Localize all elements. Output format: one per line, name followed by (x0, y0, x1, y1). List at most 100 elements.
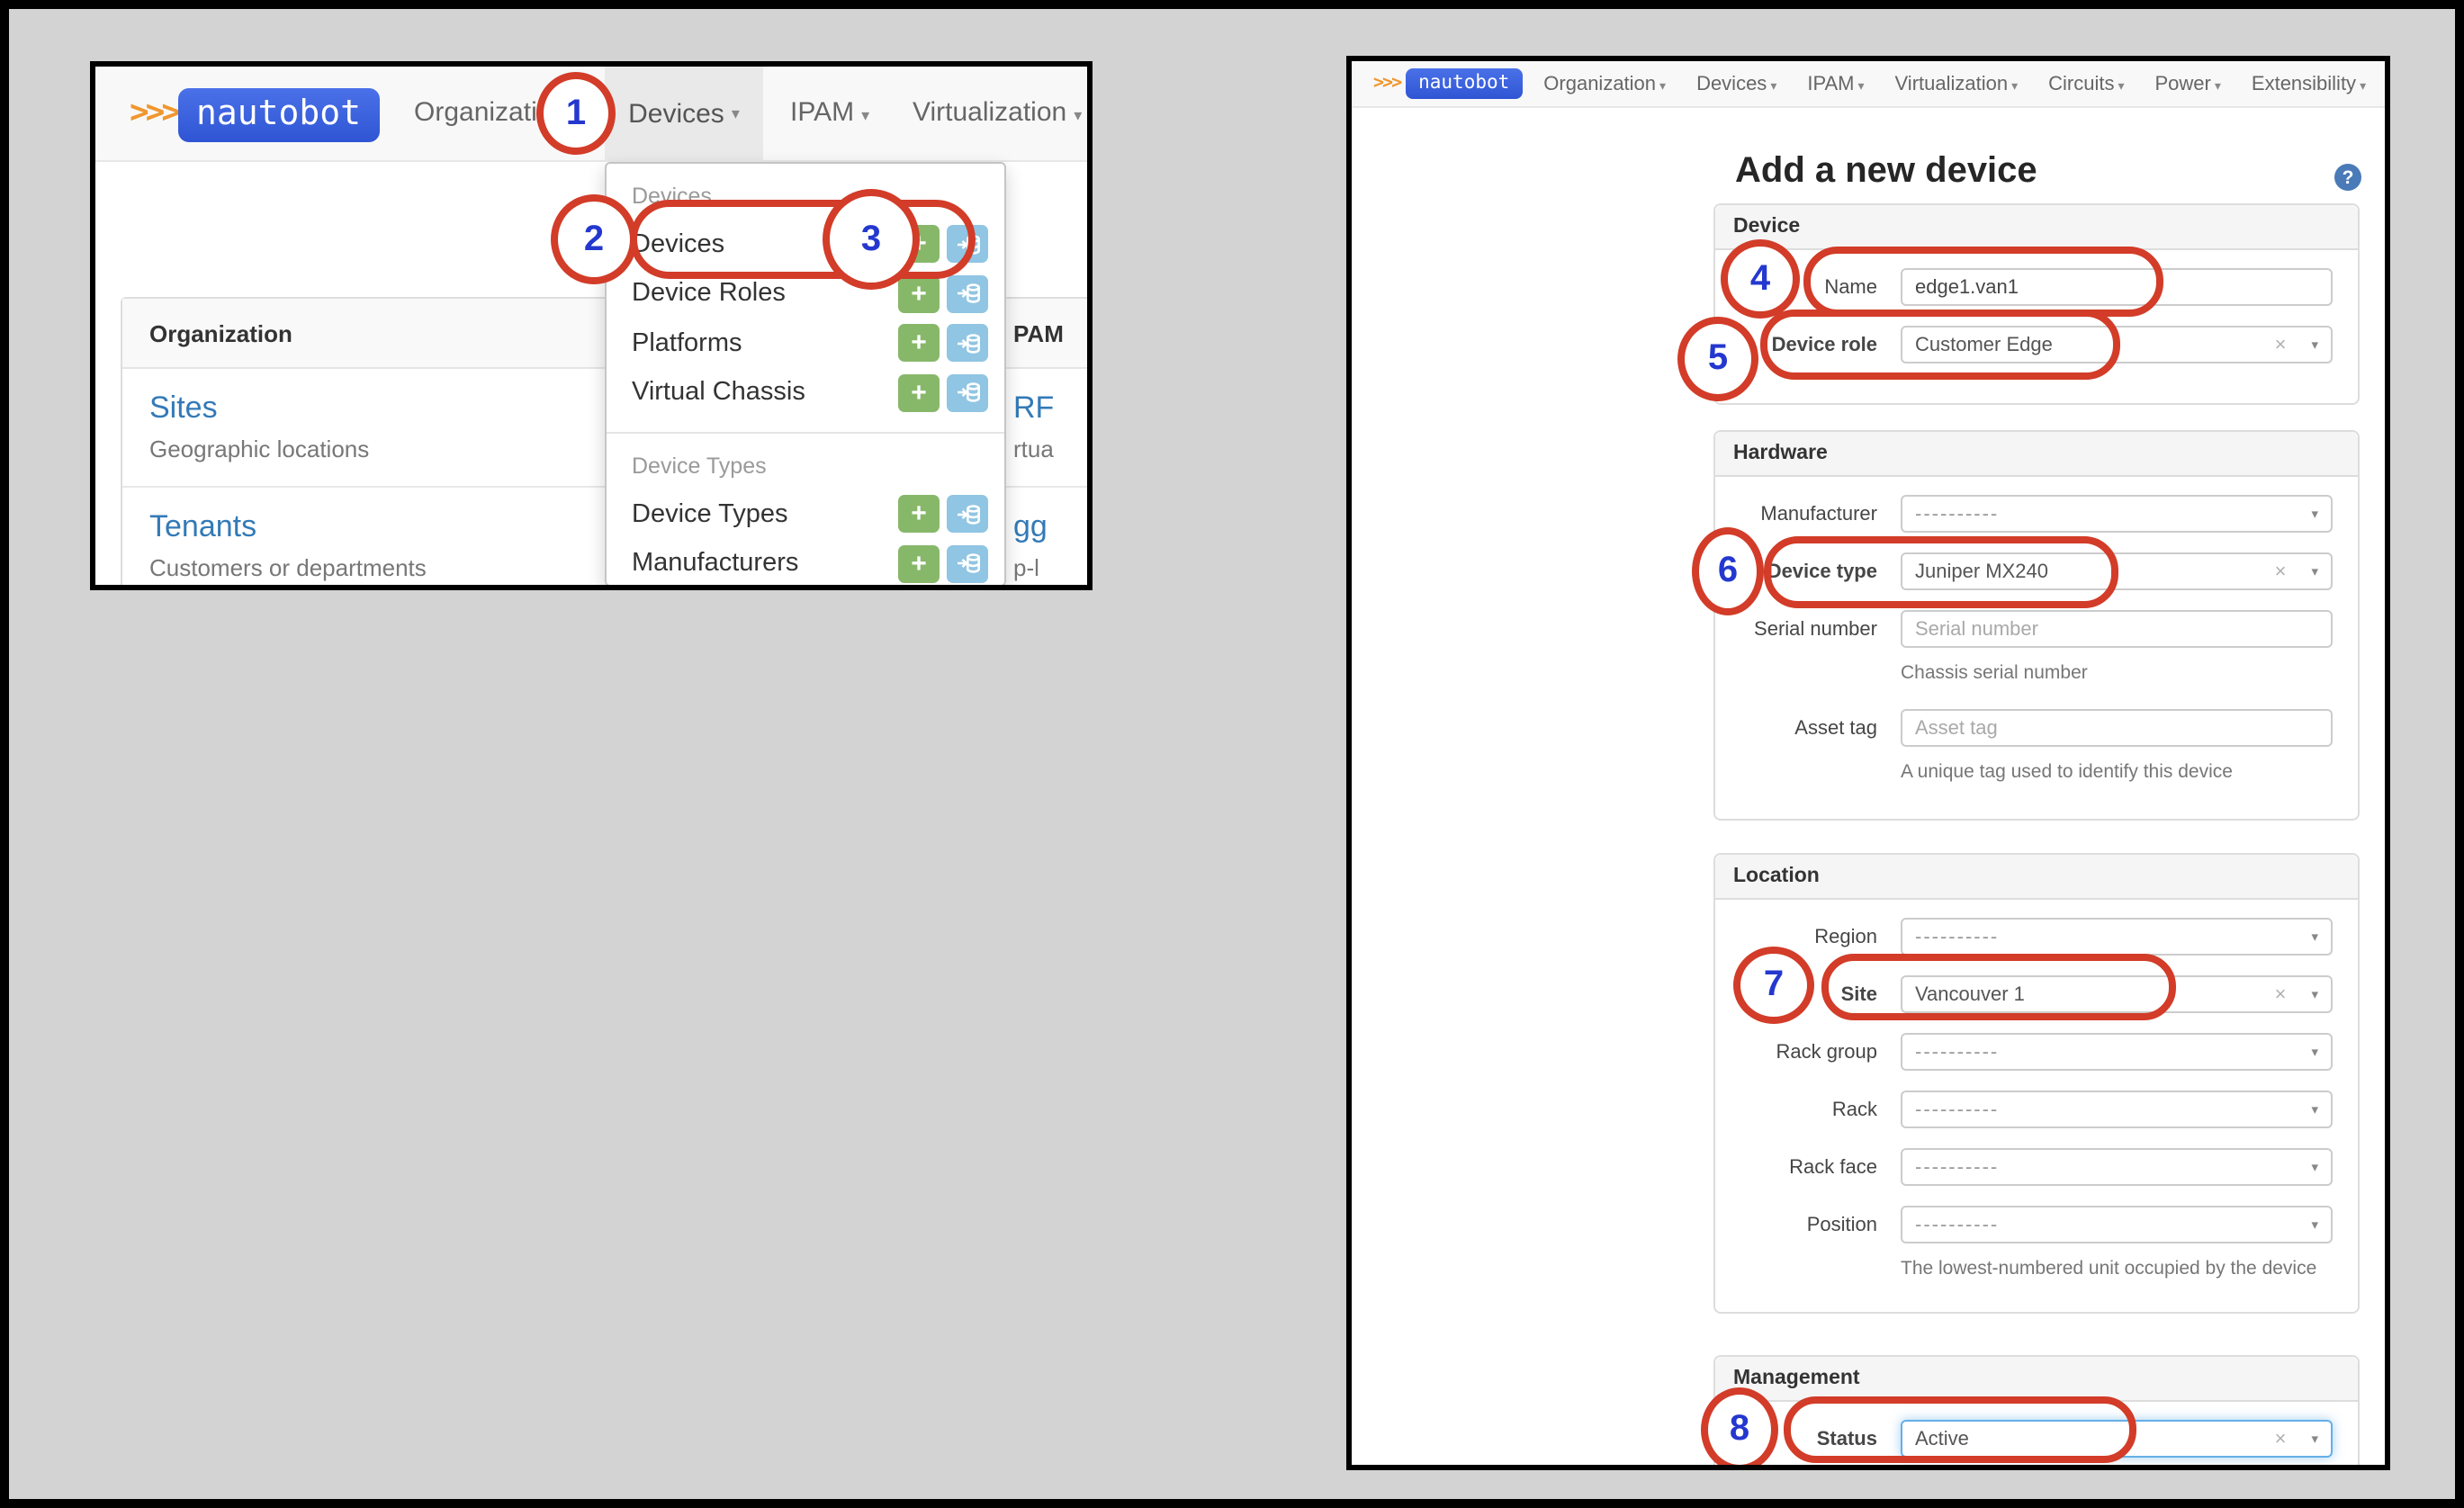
import-device-roles-button[interactable] (947, 274, 988, 312)
chevron-down-icon[interactable]: ▾ (2311, 1216, 2318, 1233)
annotation-circle-4: 4 (1721, 239, 1800, 319)
import-icon (955, 381, 980, 403)
chevron-down-icon: ▾ (2118, 80, 2124, 93)
annotation-circle-6: 6 (1692, 527, 1764, 615)
annotation-circle-1: 1 (536, 72, 616, 155)
nav-item-ipam[interactable]: IPAM▾ (1807, 73, 1864, 94)
nav-item-ipam[interactable]: IPAM▾ (790, 97, 869, 128)
screenshot-nav-dropdown: >>> nautobot Organization▾ Devices▾ IPAM… (90, 61, 1093, 590)
import-icon (955, 552, 980, 574)
asset-tag-help: A unique tag used to identify this devic… (1901, 761, 2333, 783)
serial-number-help: Chassis serial number (1901, 662, 2333, 684)
tutorial-canvas: >>> nautobot Organization▾ Devices▾ IPAM… (0, 0, 2464, 1508)
chevron-down-icon[interactable]: ▾ (2311, 506, 2318, 522)
location-panel-title: Location (1715, 855, 2358, 900)
position-placeholder: ---------- (1915, 1214, 2311, 1235)
annotation-pill-devices-item (630, 200, 976, 279)
import-icon (955, 503, 980, 525)
clear-icon[interactable]: × (2275, 561, 2287, 582)
clear-icon[interactable]: × (2275, 334, 2287, 355)
annotation-circle-8: 8 (1701, 1387, 1778, 1470)
rack-face-select[interactable]: ---------- ▾ (1901, 1148, 2333, 1186)
position-help: The lowest-numbered unit occupied by the… (1901, 1258, 2333, 1279)
nav-item-power[interactable]: Power▾ (2155, 73, 2221, 94)
rack-group-select[interactable]: ---------- ▾ (1901, 1033, 2333, 1071)
nautobot-logo[interactable]: nautobot (178, 88, 379, 142)
chevron-down-icon: ▾ (1770, 80, 1776, 93)
plus-icon: + (911, 329, 927, 356)
add-device-types-button[interactable]: + (898, 495, 940, 533)
import-icon (955, 332, 980, 354)
chevron-down-icon: ▾ (861, 106, 869, 124)
nautobot-chevrons-icon: >>> (1373, 74, 1400, 94)
region-select[interactable]: ---------- ▾ (1901, 918, 2333, 956)
chevron-down-icon[interactable]: ▾ (2311, 337, 2318, 353)
page-title: Add a new device (1735, 151, 2037, 193)
serial-number-label: Serial number (1740, 618, 1877, 640)
manufacturer-select[interactable]: ---------- ▾ (1901, 495, 2333, 533)
asset-tag-field[interactable] (1901, 709, 2333, 747)
rack-select[interactable]: ---------- ▾ (1901, 1091, 2333, 1128)
nav-item-devices[interactable]: Devices▾ (605, 67, 763, 162)
region-label: Region (1740, 926, 1877, 947)
add-manufacturers-button[interactable]: + (898, 544, 940, 582)
clear-icon[interactable]: × (2275, 983, 2287, 1005)
manufacturer-label: Manufacturer (1740, 503, 1877, 525)
annotation-pill-status-field (1784, 1396, 2136, 1463)
aggregates-link-fragment[interactable]: gg (1013, 509, 1093, 545)
dropdown-section-header: Device Types (607, 448, 1004, 489)
chevron-down-icon[interactable]: ▾ (2311, 1044, 2318, 1060)
menu-item-manufacturers[interactable]: Manufacturers + (607, 539, 1004, 588)
chevron-down-icon: ▾ (1858, 80, 1865, 93)
chevron-down-icon: ▾ (2011, 80, 2018, 93)
serial-number-field[interactable] (1901, 610, 2333, 648)
chevron-down-icon: ▾ (732, 104, 740, 124)
nav-item-devices[interactable]: Devices▾ (1696, 73, 1776, 94)
help-icon[interactable]: ? (2334, 164, 2361, 191)
rack-group-label: Rack group (1740, 1041, 1877, 1063)
chevron-down-icon: ▾ (2215, 80, 2221, 93)
import-virtual-chassis-button[interactable] (947, 373, 988, 411)
import-platforms-button[interactable] (947, 324, 988, 362)
asset-tag-input[interactable] (1915, 717, 2318, 739)
chevron-down-icon[interactable]: ▾ (2311, 986, 2318, 1002)
menu-item-device-types[interactable]: Device Types + (607, 489, 1004, 539)
manufacturer-placeholder: ---------- (1915, 503, 2311, 525)
add-platforms-button[interactable]: + (898, 324, 940, 362)
hardware-panel: Hardware Manufacturer ---------- ▾ Devic… (1713, 430, 2360, 821)
plus-icon: + (911, 280, 927, 307)
add-device-roles-button[interactable]: + (898, 274, 940, 312)
nautobot-logo[interactable]: nautobot (1406, 68, 1522, 99)
chevron-down-icon[interactable]: ▾ (2311, 1431, 2318, 1447)
import-device-types-button[interactable] (947, 495, 988, 533)
position-label: Position (1740, 1214, 1877, 1235)
menu-item-platforms[interactable]: Platforms + (607, 319, 1004, 368)
vrfs-link-fragment[interactable]: RF (1013, 390, 1093, 426)
hardware-panel-title: Hardware (1715, 432, 2358, 477)
import-manufacturers-button[interactable] (947, 544, 988, 582)
rack-group-placeholder: ---------- (1915, 1041, 2311, 1063)
menu-item-virtual-chassis[interactable]: Virtual Chassis + (607, 368, 1004, 417)
nav-item-organization[interactable]: Organization▾ (1543, 73, 1666, 94)
clear-icon[interactable]: × (2275, 1428, 2287, 1450)
nav-item-circuits[interactable]: Circuits▾ (2048, 73, 2124, 94)
nav-item-extensibility[interactable]: Extensibility▾ (2252, 73, 2366, 94)
nav-item-virtualization[interactable]: Virtualization▾ (913, 97, 1082, 128)
add-virtual-chassis-button[interactable]: + (898, 373, 940, 411)
annotation-pill-device-role-field (1760, 310, 2120, 380)
rack-label: Rack (1740, 1099, 1877, 1120)
plus-icon: + (911, 500, 927, 527)
chevron-down-icon[interactable]: ▾ (2311, 1101, 2318, 1118)
annotation-circle-3: 3 (823, 189, 920, 290)
nav-item-virtualization[interactable]: Virtualization▾ (1895, 73, 2019, 94)
asset-tag-label: Asset tag (1740, 717, 1877, 739)
serial-number-input[interactable] (1915, 618, 2318, 640)
annotation-circle-5: 5 (1677, 317, 1758, 401)
chevron-down-icon[interactable]: ▾ (2311, 563, 2318, 579)
annotation-pill-name-field (1803, 247, 2163, 317)
position-select[interactable]: ---------- ▾ (1901, 1206, 2333, 1243)
chevron-down-icon[interactable]: ▾ (2311, 1159, 2318, 1175)
screenshot-add-device-form: >>> nautobot Organization▾ Devices▾ IPAM… (1346, 56, 2390, 1470)
chevron-down-icon[interactable]: ▾ (2311, 929, 2318, 945)
rack-face-placeholder: ---------- (1915, 1156, 2311, 1178)
